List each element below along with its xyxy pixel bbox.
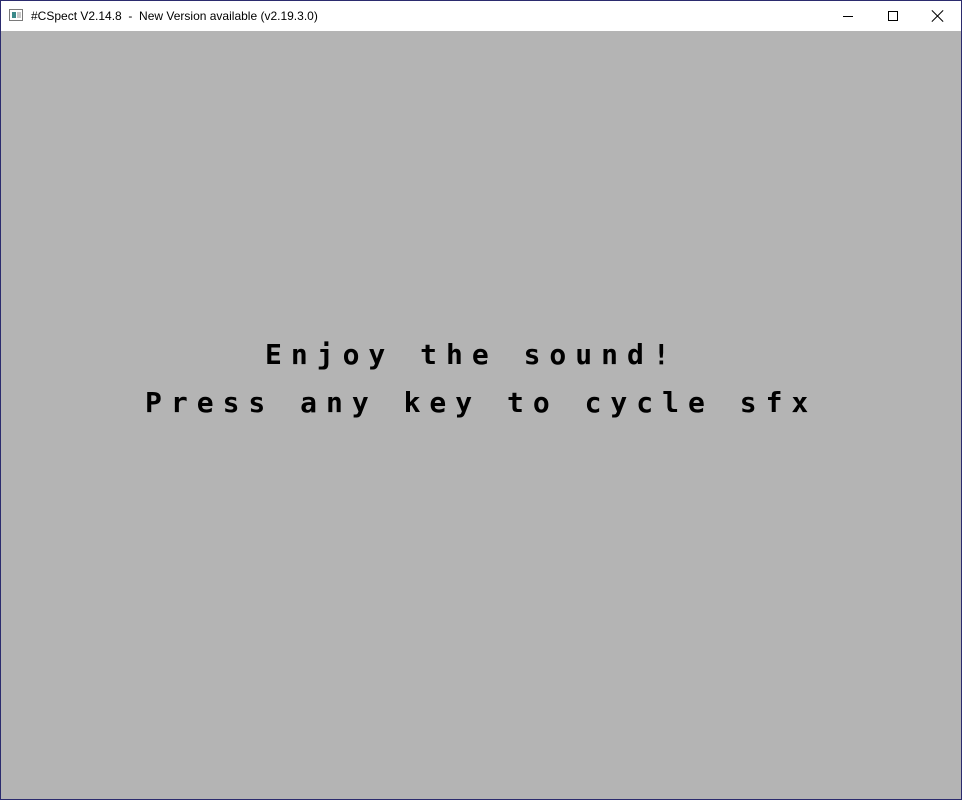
minimize-icon xyxy=(843,15,853,17)
window-title: #CSpect V2.14.8 - New Version available … xyxy=(31,9,318,23)
message-line-2: Press any key to cycle sfx xyxy=(145,386,818,419)
message-line-1: Enjoy the sound! xyxy=(265,338,679,371)
minimize-button[interactable] xyxy=(825,1,871,31)
maximize-icon xyxy=(888,11,898,21)
emulator-window: #CSpect V2.14.8 - New Version available … xyxy=(0,0,962,800)
emulator-screen[interactable]: Enjoy the sound! Press any key to cycle … xyxy=(1,31,961,799)
close-icon xyxy=(932,10,944,22)
title-bar[interactable]: #CSpect V2.14.8 - New Version available … xyxy=(1,1,961,31)
close-button[interactable] xyxy=(915,1,961,31)
maximize-button[interactable] xyxy=(870,1,916,31)
app-icon[interactable] xyxy=(9,9,23,21)
